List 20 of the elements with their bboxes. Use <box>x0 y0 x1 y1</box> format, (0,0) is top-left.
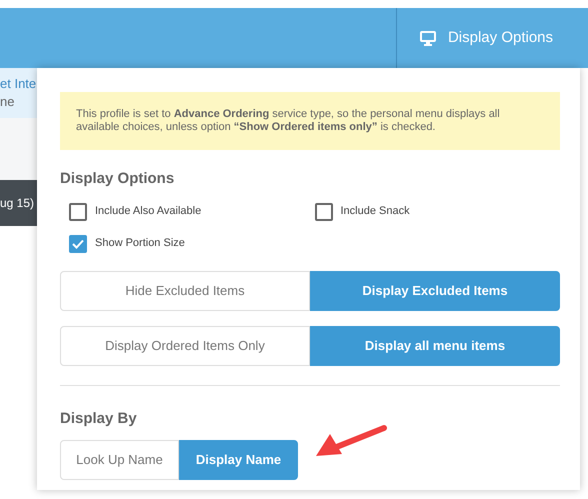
toggle-option[interactable]: Display Ordered Items Only <box>60 326 310 366</box>
checkbox[interactable] <box>69 234 87 252</box>
toggle-option[interactable]: Display all menu items <box>310 326 560 366</box>
link-text[interactable]: et Inte <box>0 75 40 93</box>
checkbox-label: Include Also Available <box>95 204 202 220</box>
section-title: Display Options <box>60 169 176 189</box>
monitor-icon <box>420 30 436 46</box>
caption-text: ne <box>0 93 16 111</box>
checkbox-label: Include Snack <box>340 204 410 220</box>
toggle-option[interactable]: Display Name <box>179 440 298 480</box>
checkbox-label: Show Portion Size <box>95 236 185 252</box>
date-text: ug 15) <box>0 195 34 212</box>
notice-text: This profile is set to Advance Ordering service type, so the personal menu displays all available choices, unless option “Show Ordered items only” is checked. <box>60 92 560 150</box>
check-icon <box>72 238 84 248</box>
checkbox[interactable] <box>314 202 332 220</box>
toggle-option[interactable]: Look Up Name <box>60 440 179 480</box>
toggle-option[interactable]: Display Excluded Items <box>310 270 560 310</box>
checkbox[interactable] <box>69 202 87 220</box>
toggle-option[interactable]: Hide Excluded Items <box>60 270 310 310</box>
section-title: Display By <box>60 408 138 428</box>
